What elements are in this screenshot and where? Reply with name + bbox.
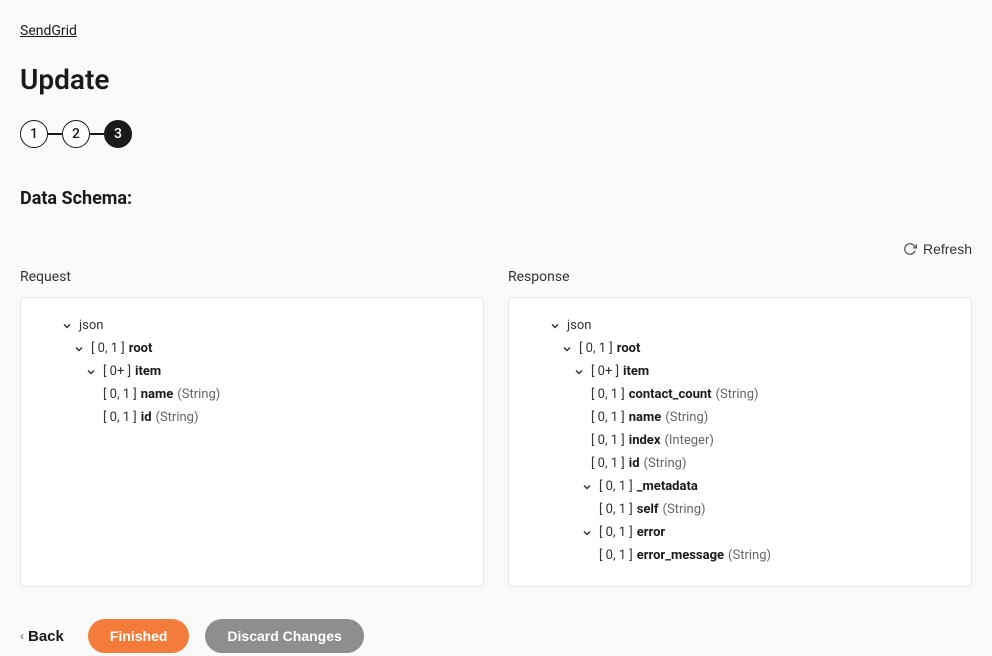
step-1[interactable]: 1	[20, 120, 48, 148]
discard-button[interactable]: Discard Changes	[205, 619, 363, 653]
tree-name: _metadata	[637, 479, 698, 494]
tree-cardinality: [ 0, 1 ]	[599, 548, 633, 563]
tree-leaf[interactable]: [ 0, 1 ] id (String)	[525, 452, 955, 475]
tree-name: contact_count	[629, 387, 712, 402]
chevron-down-icon	[573, 366, 585, 378]
step-connector	[48, 133, 62, 135]
tree-leaf[interactable]: [ 0, 1 ] index (Integer)	[525, 429, 955, 452]
tree-cardinality: [ 0, 1 ]	[103, 410, 137, 425]
response-panel: json [ 0, 1 ] root [ 0+ ] item [ 0, 1 ] …	[508, 297, 972, 587]
chevron-down-icon	[61, 320, 73, 332]
tree-cardinality: [ 0, 1 ]	[591, 456, 625, 471]
tree-cardinality: [ 0, 1 ]	[591, 433, 625, 448]
tree-type: (String)	[665, 410, 708, 425]
chevron-down-icon	[581, 481, 593, 493]
tree-leaf[interactable]: [ 0, 1 ] contact_count (String)	[525, 383, 955, 406]
tree-type: (String)	[156, 410, 199, 425]
tree-leaf[interactable]: [ 0, 1 ] name (String)	[525, 406, 955, 429]
tree-cardinality: [ 0, 1 ]	[579, 341, 613, 356]
refresh-button[interactable]: Refresh	[903, 241, 972, 257]
tree-cardinality: [ 0, 1 ]	[103, 387, 137, 402]
tree-type: (String)	[644, 456, 687, 471]
tree-name: error	[637, 525, 665, 540]
tree-name: item	[623, 364, 649, 379]
chevron-down-icon	[561, 343, 573, 355]
tree-type: (String)	[177, 387, 220, 402]
tree-cardinality: [ 0, 1 ]	[591, 410, 625, 425]
step-2[interactable]: 2	[62, 120, 90, 148]
tree-cardinality: [ 0, 1 ]	[599, 502, 633, 517]
finished-button[interactable]: Finished	[88, 619, 190, 653]
back-label: Back	[28, 628, 64, 645]
chevron-down-icon	[73, 343, 85, 355]
tree-node-json[interactable]: json	[37, 314, 467, 337]
chevron-down-icon	[581, 527, 593, 539]
tree-cardinality: [ 0, 1 ]	[591, 387, 625, 402]
tree-leaf[interactable]: [ 0, 1 ] id (String)	[37, 406, 467, 429]
tree-type: (String)	[716, 387, 759, 402]
page-title: Update	[20, 63, 972, 96]
tree-name: error_message	[637, 548, 724, 563]
tree-leaf[interactable]: [ 0, 1 ] error_message (String)	[525, 544, 955, 567]
section-title: Data Schema:	[20, 188, 972, 209]
stepper: 1 2 3	[20, 120, 972, 148]
chevron-left-icon: ‹	[20, 629, 24, 643]
response-label: Response	[508, 269, 972, 285]
tree-name: name	[141, 387, 174, 402]
request-panel: json [ 0, 1 ] root [ 0+ ] item [ 0, 1 ] …	[20, 297, 484, 587]
tree-name: index	[629, 433, 661, 448]
back-button[interactable]: ‹ Back	[20, 628, 64, 645]
tree-cardinality: [ 0, 1 ]	[91, 341, 125, 356]
tree-type: (String)	[663, 502, 706, 517]
tree-leaf[interactable]: [ 0, 1 ] name (String)	[37, 383, 467, 406]
chevron-down-icon	[85, 366, 97, 378]
tree-cardinality: [ 0+ ]	[591, 364, 619, 379]
tree-name: id	[629, 456, 640, 471]
tree-cardinality: [ 0, 1 ]	[599, 479, 633, 494]
tree-leaf[interactable]: [ 0, 1 ] self (String)	[525, 498, 955, 521]
footer: ‹ Back Finished Discard Changes	[20, 619, 972, 653]
tree-type: (Integer)	[664, 433, 713, 448]
tree-name: name	[629, 410, 662, 425]
tree-name: item	[135, 364, 161, 379]
chevron-down-icon	[549, 320, 561, 332]
tree-cardinality: [ 0, 1 ]	[599, 525, 633, 540]
tree-node-error[interactable]: [ 0, 1 ] error	[525, 521, 955, 544]
refresh-icon	[903, 242, 917, 256]
tree-type: (String)	[728, 548, 771, 563]
tree-node-metadata[interactable]: [ 0, 1 ] _metadata	[525, 475, 955, 498]
tree-name: self	[637, 502, 659, 517]
breadcrumb-link[interactable]: SendGrid	[20, 23, 77, 39]
refresh-label: Refresh	[923, 241, 972, 257]
request-label: Request	[20, 269, 484, 285]
tree-name: root	[617, 341, 641, 356]
tree-cardinality: [ 0+ ]	[103, 364, 131, 379]
tree-name: id	[141, 410, 152, 425]
tree-label: json	[567, 318, 591, 333]
tree-node-json[interactable]: json	[525, 314, 955, 337]
tree-label: json	[79, 318, 103, 333]
step-connector	[90, 133, 104, 135]
tree-name: root	[129, 341, 153, 356]
step-3[interactable]: 3	[104, 120, 132, 148]
tree-node-root[interactable]: [ 0, 1 ] root	[37, 337, 467, 360]
tree-node-root[interactable]: [ 0, 1 ] root	[525, 337, 955, 360]
tree-node-item[interactable]: [ 0+ ] item	[37, 360, 467, 383]
tree-node-item[interactable]: [ 0+ ] item	[525, 360, 955, 383]
